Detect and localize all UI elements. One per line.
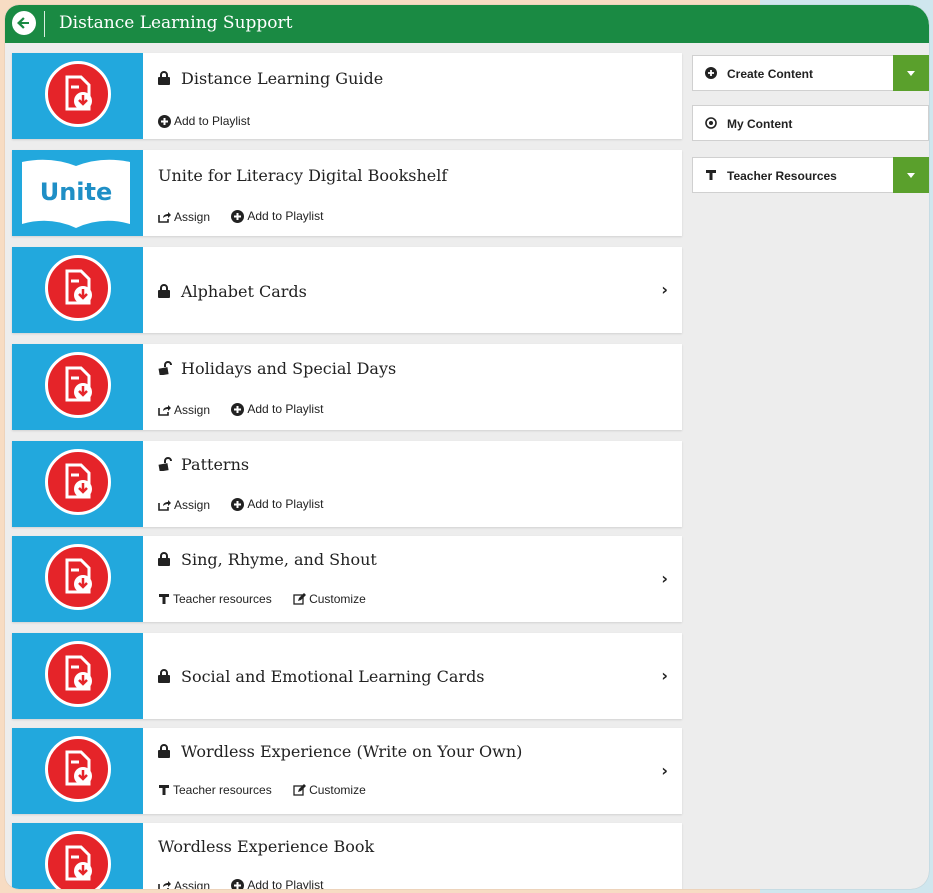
plus-circle-icon (705, 67, 717, 82)
lock-icon (158, 70, 172, 89)
item-actions: Assign Add to Playlist (158, 497, 341, 514)
target-circle-icon (705, 117, 717, 132)
plus-circle-icon (231, 209, 245, 223)
chevron-right-icon[interactable]: › (661, 280, 668, 299)
plus-circle-icon (231, 878, 245, 889)
item-actions: Teacher resources Customize (158, 783, 384, 799)
add-to-playlist-button[interactable]: Add to Playlist (158, 114, 250, 128)
pdf-download-icon (45, 831, 111, 889)
add-to-playlist-button[interactable]: Add to Playlist (231, 402, 323, 416)
plus-circle-icon (231, 497, 245, 511)
pdf-download-icon (45, 255, 111, 321)
pdf-download-icon (45, 544, 111, 610)
item-title[interactable]: Sing, Rhyme, and Shout (158, 550, 377, 570)
item-title[interactable]: Social and Emotional Learning Cards (158, 667, 485, 687)
list-item[interactable]: Patterns Assign Add to Playlist (12, 441, 682, 527)
create-content-button[interactable]: Create Content (692, 55, 929, 91)
list-item[interactable]: Distance Learning Guide Add to Playlist (12, 53, 682, 139)
unlocked-icon (158, 456, 172, 475)
lock-icon (158, 283, 172, 302)
teacher-resources-dropdown[interactable] (893, 157, 929, 193)
lock-icon (158, 551, 172, 570)
teacher-resources-button[interactable]: Teacher resources (158, 783, 272, 797)
pdf-download-icon (45, 352, 111, 418)
assign-button[interactable]: Assign (158, 210, 210, 224)
text-t-icon (159, 785, 169, 795)
assign-button[interactable]: Assign (158, 879, 210, 889)
item-actions: Assign Add to Playlist (158, 209, 341, 226)
item-title[interactable]: Distance Learning Guide (158, 69, 383, 89)
teacher-resources-sidebar-button[interactable]: Teacher Resources (692, 157, 929, 193)
item-thumbnail (12, 633, 143, 719)
chevron-right-icon[interactable]: › (661, 666, 668, 685)
text-t-icon (705, 169, 717, 184)
list-item[interactable]: Alphabet Cards › (12, 247, 682, 333)
item-title[interactable]: Wordless Experience Book (158, 837, 374, 856)
item-thumbnail (12, 344, 143, 430)
item-title[interactable]: Unite for Literacy Digital Bookshelf (158, 166, 447, 185)
list-item[interactable]: Social and Emotional Learning Cards › (12, 633, 682, 719)
create-content-dropdown[interactable] (893, 55, 929, 91)
add-to-playlist-button[interactable]: Add to Playlist (231, 878, 323, 889)
item-actions: Teacher resources Customize (158, 592, 384, 608)
item-thumbnail (12, 441, 143, 527)
add-to-playlist-button[interactable]: Add to Playlist (231, 497, 323, 511)
list-item[interactable]: Holidays and Special Days Assign Add to … (12, 344, 682, 430)
share-icon (158, 880, 171, 889)
unite-logo: Unite (20, 156, 132, 230)
item-thumbnail (12, 536, 143, 622)
header-divider (44, 11, 45, 37)
share-icon (158, 499, 171, 511)
lock-icon (158, 668, 172, 687)
item-thumbnail: Unite (12, 150, 143, 236)
assign-button[interactable]: Assign (158, 498, 210, 512)
pdf-download-icon (45, 641, 111, 707)
unlocked-icon (158, 360, 172, 379)
item-title[interactable]: Alphabet Cards (158, 282, 307, 302)
item-thumbnail (12, 247, 143, 333)
teacher-resources-button[interactable]: Teacher resources (158, 592, 272, 606)
add-to-playlist-button[interactable]: Add to Playlist (231, 209, 323, 223)
share-icon (158, 404, 171, 416)
customize-button[interactable]: Customize (293, 592, 366, 606)
pdf-download-icon (45, 736, 111, 802)
chevron-right-icon[interactable]: › (661, 761, 668, 780)
lock-icon (158, 743, 172, 762)
edit-icon (293, 784, 307, 796)
item-actions: Add to Playlist (158, 114, 268, 131)
header-bar: Distance Learning Support (5, 5, 929, 43)
item-title[interactable]: Wordless Experience (Write on Your Own) (158, 742, 522, 762)
pdf-download-icon (45, 449, 111, 515)
item-actions: Assign Add to Playlist (158, 878, 341, 889)
list-item[interactable]: Wordless Experience (Write on Your Own) … (12, 728, 682, 814)
chevron-right-icon[interactable]: › (661, 569, 668, 588)
item-thumbnail (12, 53, 143, 139)
list-item[interactable]: Wordless Experience Book Assign Add to P… (12, 823, 682, 889)
customize-button[interactable]: Customize (293, 783, 366, 797)
edit-icon (293, 593, 307, 605)
text-t-icon (159, 594, 169, 604)
item-thumbnail (12, 823, 143, 889)
list-item[interactable]: Unite Unite for Literacy Digital Bookshe… (12, 150, 682, 236)
assign-button[interactable]: Assign (158, 403, 210, 417)
back-arrow-icon[interactable] (12, 11, 36, 35)
item-thumbnail (12, 728, 143, 814)
item-title[interactable]: Patterns (158, 455, 249, 475)
share-icon (158, 211, 171, 223)
item-actions: Assign Add to Playlist (158, 402, 341, 419)
plus-circle-icon (158, 114, 171, 128)
page-title: Distance Learning Support (59, 13, 293, 33)
app-window: Distance Learning Support Distance Learn… (5, 5, 929, 889)
list-item[interactable]: Sing, Rhyme, and Shout Teacher resources… (12, 536, 682, 622)
pdf-download-icon (45, 61, 111, 127)
item-title[interactable]: Holidays and Special Days (158, 359, 396, 379)
my-content-button[interactable]: My Content (692, 105, 929, 141)
plus-circle-icon (231, 402, 245, 416)
